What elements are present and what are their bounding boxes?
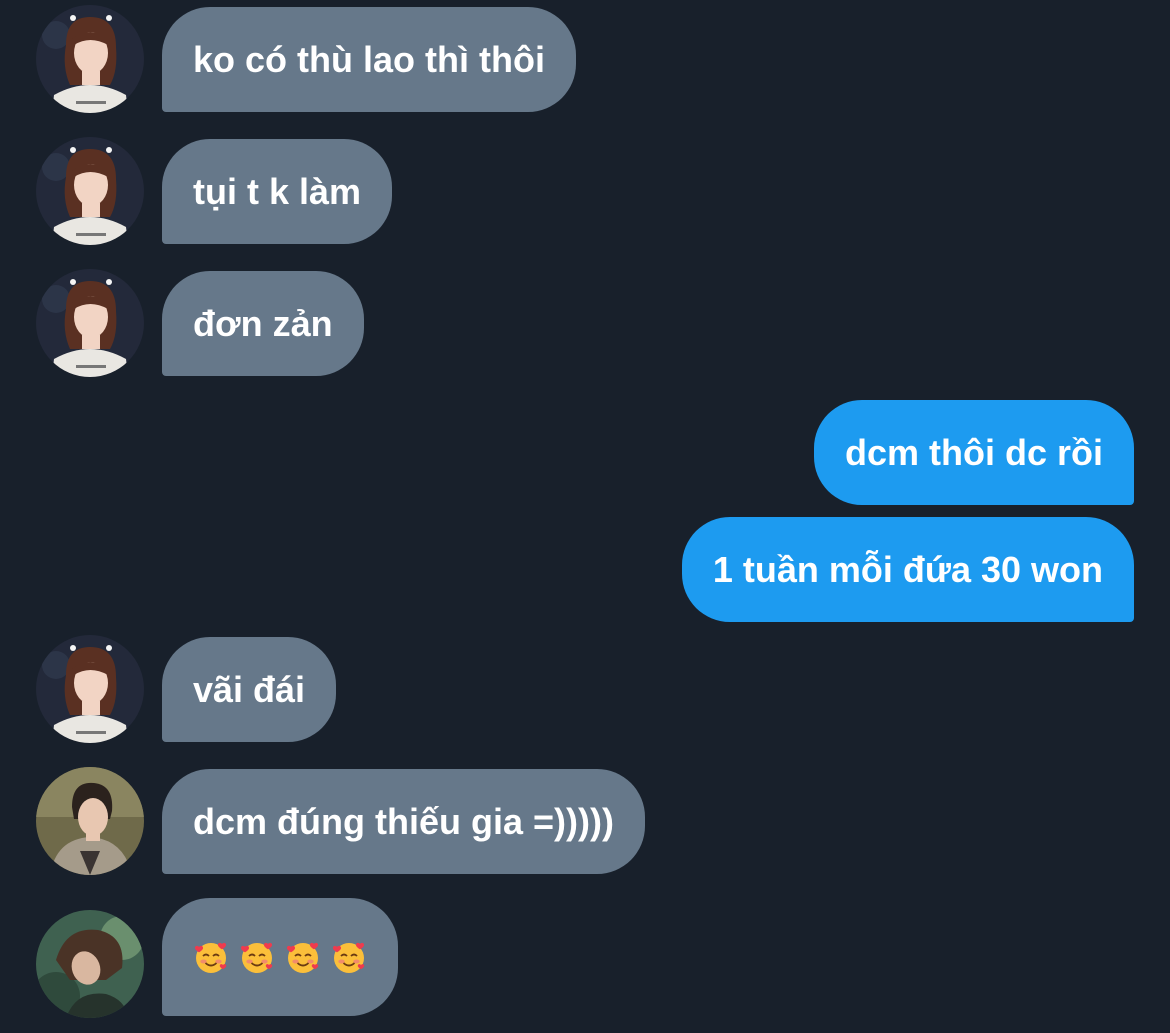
sender-avatar[interactable] [36,5,144,113]
sender-avatar[interactable] [36,269,144,377]
avatar-a-image [36,137,144,245]
avatar-a-image [36,635,144,743]
avatar-b-image [36,767,144,875]
incoming-message-bubble[interactable]: đơn zản [162,271,364,376]
smiling-face-with-hearts-icon [331,939,367,975]
message-text: 1 tuần mỗi đứa 30 won [712,548,1103,590]
avatar-a-image [36,5,144,113]
message-text: dcm thôi dc rồi [844,431,1103,473]
sender-avatar[interactable] [36,635,144,743]
message-text: ko có thù lao thì thôi [193,38,545,80]
avatar-a-image [36,269,144,377]
incoming-message-bubble[interactable]: vãi đái [162,637,337,742]
message-text: đơn zản [193,302,333,344]
message-text: vãi đái [193,668,306,710]
smiling-face-with-hearts-icon [239,939,275,975]
sender-avatar[interactable] [36,767,144,875]
sender-avatar[interactable] [36,910,144,1018]
sender-avatar[interactable] [36,137,144,245]
smiling-face-with-hearts-icon [193,939,229,975]
emoji-row [193,939,367,975]
conversation-thread: ko có thù lao thì thôi tụi t k làm đơn z… [0,0,1170,1033]
outgoing-message-bubble[interactable]: 1 tuần mỗi đứa 30 won [681,517,1134,622]
outgoing-message-bubble[interactable]: dcm thôi dc rồi [813,400,1134,505]
incoming-message-bubble[interactable]: tụi t k làm [162,139,393,244]
incoming-message-bubble[interactable]: dcm đúng thiếu gia =))))) [162,769,645,874]
incoming-message-bubble[interactable] [162,898,398,1016]
smiling-face-with-hearts-icon [285,939,321,975]
message-text: tụi t k làm [193,170,362,212]
avatar-c-image [36,910,144,1018]
message-text: dcm đúng thiếu gia =))))) [193,800,614,842]
incoming-message-bubble[interactable]: ko có thù lao thì thôi [162,7,576,112]
